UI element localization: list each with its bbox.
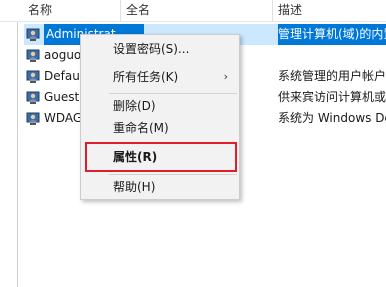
user-account-icon	[26, 112, 40, 125]
submenu-arrow-icon: ›	[223, 70, 228, 83]
menu-item-help[interactable]: 帮助(H)	[82, 176, 238, 198]
user-list-window: 名称 全名 描述 Administrat 管理计算机(域)的内置 aoguo	[0, 0, 386, 287]
annotation-highlight-box	[85, 142, 237, 172]
list-header: 名称 全名 描述	[0, 0, 386, 22]
menu-separator	[109, 174, 237, 175]
menu-item-set-password[interactable]: 设置密码(S)...	[82, 38, 238, 60]
row-description: 系统为 Windows De	[278, 111, 386, 125]
user-account-icon	[26, 70, 40, 83]
column-separator[interactable]	[272, 0, 273, 21]
menu-item-label: 设置密码(S)...	[113, 42, 190, 56]
user-account-icon	[26, 91, 40, 104]
menu-item-delete[interactable]: 删除(D)	[82, 95, 238, 117]
menu-item-all-tasks[interactable]: 所有任务(K) ›	[82, 66, 238, 88]
user-account-icon	[26, 28, 40, 41]
menu-item-label: 帮助(H)	[113, 180, 156, 194]
column-header-fullname[interactable]: 全名	[126, 0, 150, 21]
column-separator[interactable]	[120, 0, 121, 21]
pane-border	[17, 22, 18, 287]
menu-item-label: 删除(D)	[113, 99, 156, 113]
column-header-description[interactable]: 描述	[278, 0, 302, 21]
column-header-name[interactable]: 名称	[28, 0, 52, 21]
row-description: 系统管理的用户帐户	[278, 69, 386, 83]
row-description	[278, 45, 386, 66]
row-description: 供来宾访问计算机或	[278, 90, 386, 104]
menu-item-label: 重命名(M)	[113, 121, 169, 135]
menu-item-rename[interactable]: 重命名(M)	[82, 117, 238, 139]
context-menu: 设置密码(S)... 所有任务(K) › 删除(D) 重命名(M) 属性(R) …	[80, 34, 240, 200]
row-description: 管理计算机(域)的内置	[278, 24, 386, 45]
user-account-icon	[26, 49, 40, 62]
menu-item-label: 所有任务(K)	[113, 70, 179, 84]
menu-separator	[109, 93, 237, 94]
